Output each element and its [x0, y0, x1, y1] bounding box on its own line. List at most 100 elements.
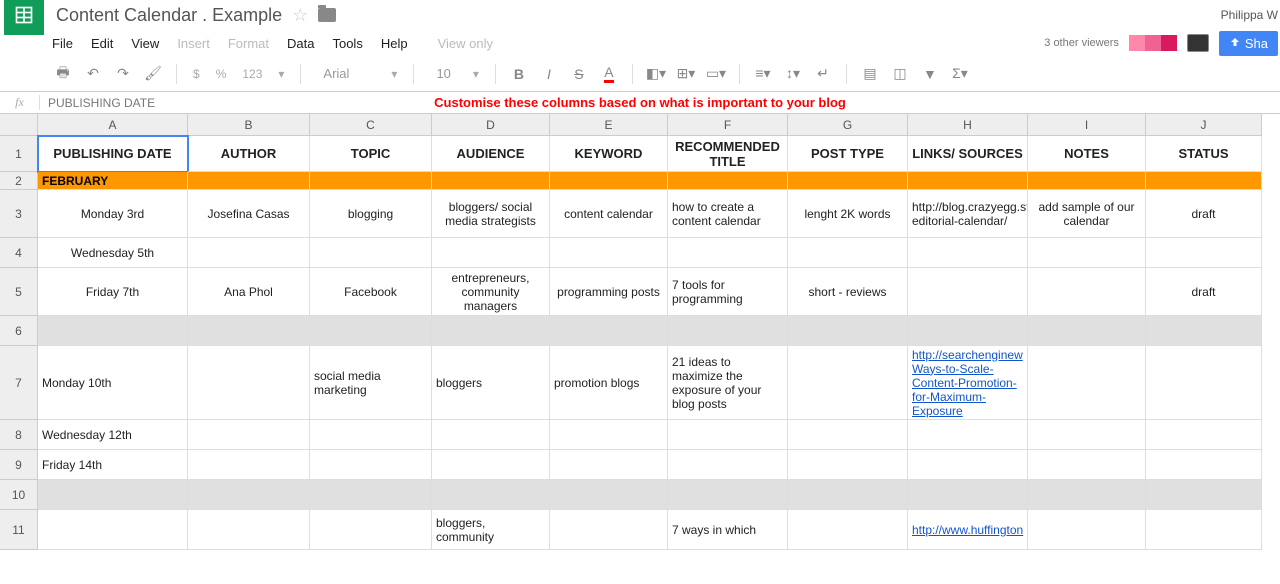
cell[interactable]: draft: [1146, 268, 1262, 316]
wrap-icon[interactable]: ↵: [810, 61, 836, 87]
halign-icon[interactable]: ≡▾: [750, 61, 776, 87]
cell[interactable]: [1028, 238, 1146, 268]
functions-icon[interactable]: Σ▾: [947, 61, 973, 87]
cell[interactable]: bloggers/ social media strategists: [432, 190, 550, 238]
cell[interactable]: [908, 316, 1028, 346]
cell[interactable]: [188, 450, 310, 480]
text-color-icon[interactable]: A: [596, 61, 622, 87]
col-header-H[interactable]: H: [908, 114, 1028, 136]
cell[interactable]: [668, 450, 788, 480]
cell[interactable]: [1028, 346, 1146, 420]
bold-icon[interactable]: B: [506, 61, 532, 87]
cell[interactable]: POST TYPE: [788, 136, 908, 172]
presence-avatar[interactable]: [1161, 35, 1177, 51]
cell[interactable]: [1146, 346, 1262, 420]
cell[interactable]: [1146, 316, 1262, 346]
cell[interactable]: [310, 238, 432, 268]
cell[interactable]: [188, 420, 310, 450]
cell[interactable]: [788, 172, 908, 190]
print-icon[interactable]: 🖶: [50, 61, 76, 87]
cell[interactable]: 7 tools for programming: [668, 268, 788, 316]
menu-edit[interactable]: Edit: [91, 36, 113, 51]
cell[interactable]: [668, 420, 788, 450]
cell[interactable]: [788, 480, 908, 510]
cell[interactable]: bloggers, community: [432, 510, 550, 550]
cell[interactable]: [1146, 480, 1262, 510]
cell[interactable]: [188, 480, 310, 510]
cell[interactable]: [1028, 420, 1146, 450]
currency-icon[interactable]: $: [187, 67, 206, 81]
cell[interactable]: Wednesday 5th: [38, 238, 188, 268]
cell[interactable]: AUDIENCE: [432, 136, 550, 172]
comments-icon[interactable]: [1187, 34, 1209, 52]
cell[interactable]: [550, 510, 668, 550]
presence-indicators[interactable]: [1129, 35, 1177, 51]
cell[interactable]: [188, 238, 310, 268]
cell[interactable]: AUTHOR: [188, 136, 310, 172]
zoom-dropdown[interactable]: 123: [236, 67, 268, 81]
cell[interactable]: LINKS/ SOURCES: [908, 136, 1028, 172]
font-dropdown[interactable]: Arial: [311, 66, 381, 81]
cell[interactable]: [432, 238, 550, 268]
cell[interactable]: [668, 172, 788, 190]
other-viewers[interactable]: 3 other viewers: [1044, 37, 1119, 49]
cell[interactable]: [188, 346, 310, 420]
cell[interactable]: content calendar: [550, 190, 668, 238]
cell[interactable]: [1028, 316, 1146, 346]
cell[interactable]: [310, 172, 432, 190]
redo-icon[interactable]: ↷: [110, 61, 136, 87]
row-header[interactable]: 7: [0, 346, 38, 420]
cell[interactable]: Facebook: [310, 268, 432, 316]
percent-icon[interactable]: %: [210, 67, 233, 81]
share-button[interactable]: Sha: [1219, 31, 1278, 56]
cell[interactable]: [310, 480, 432, 510]
cell[interactable]: [908, 172, 1028, 190]
filter-icon[interactable]: ▼: [917, 61, 943, 87]
cell[interactable]: [788, 316, 908, 346]
cell[interactable]: Friday 14th: [38, 450, 188, 480]
cell[interactable]: [432, 420, 550, 450]
cell[interactable]: Friday 7th: [38, 268, 188, 316]
cell[interactable]: [668, 316, 788, 346]
italic-icon[interactable]: I: [536, 61, 562, 87]
cell[interactable]: [188, 316, 310, 346]
cell[interactable]: http://www.huffington: [908, 510, 1028, 550]
row-header[interactable]: 8: [0, 420, 38, 450]
cell[interactable]: [788, 510, 908, 550]
cell[interactable]: blogging: [310, 190, 432, 238]
col-header-D[interactable]: D: [432, 114, 550, 136]
cell[interactable]: [550, 420, 668, 450]
cell[interactable]: programming posts: [550, 268, 668, 316]
cell[interactable]: [310, 316, 432, 346]
cell[interactable]: [788, 346, 908, 420]
insert-chart2-icon[interactable]: ◫: [887, 61, 913, 87]
row-header[interactable]: 2: [0, 172, 38, 190]
cell[interactable]: [432, 172, 550, 190]
cell[interactable]: Monday 3rd: [38, 190, 188, 238]
cell[interactable]: [38, 480, 188, 510]
row-header[interactable]: 3: [0, 190, 38, 238]
doc-title[interactable]: Content Calendar . Example: [56, 5, 282, 26]
cell[interactable]: [188, 172, 310, 190]
cell[interactable]: social media marketing: [310, 346, 432, 420]
cell[interactable]: add sample of our calendar: [1028, 190, 1146, 238]
cell[interactable]: FEBRUARY: [38, 172, 188, 190]
cell[interactable]: promotion blogs: [550, 346, 668, 420]
cell[interactable]: [908, 268, 1028, 316]
cell[interactable]: [310, 450, 432, 480]
cell[interactable]: [908, 238, 1028, 268]
cell[interactable]: [1028, 510, 1146, 550]
col-header-A[interactable]: A: [38, 114, 188, 136]
cell[interactable]: lenght 2K words: [788, 190, 908, 238]
cell[interactable]: TOPIC: [310, 136, 432, 172]
cell[interactable]: RECOMMENDED TITLE: [668, 136, 788, 172]
star-icon[interactable]: ☆: [292, 5, 308, 26]
menu-help[interactable]: Help: [381, 36, 408, 51]
cell[interactable]: how to create a content calendar: [668, 190, 788, 238]
cell[interactable]: draft: [1146, 190, 1262, 238]
cell[interactable]: 21 ideas to maximize the exposure of you…: [668, 346, 788, 420]
cell[interactable]: http://searchenginew Ways-to-Scale-Conte…: [908, 346, 1028, 420]
cell[interactable]: [1146, 510, 1262, 550]
row-header[interactable]: 6: [0, 316, 38, 346]
paint-format-icon[interactable]: 🖌: [140, 61, 166, 87]
